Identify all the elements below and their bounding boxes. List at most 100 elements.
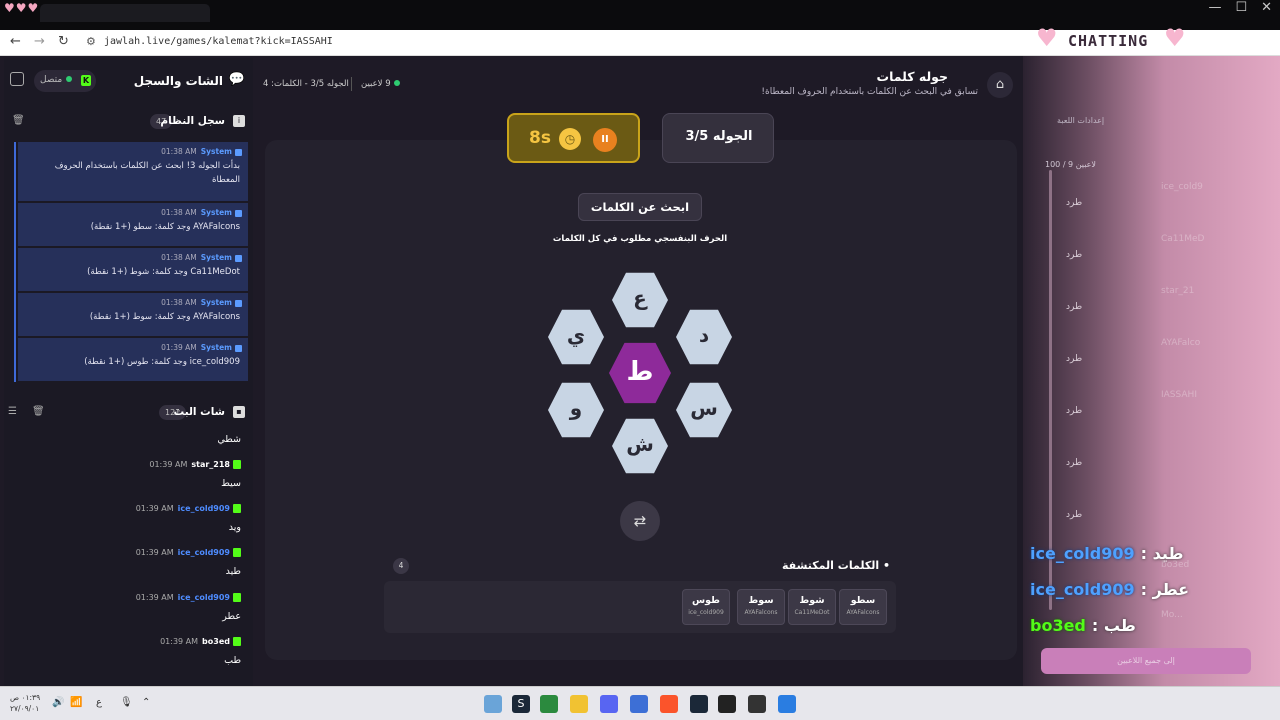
- log-entry: 01:38 AM System Ca11MeDot وجد كلمة: شوط (…: [18, 248, 248, 292]
- chat-panel-header: متصل K الشات والسجل 💬: [4, 58, 253, 104]
- chevron-up-icon[interactable]: ⌃: [142, 697, 150, 708]
- minimize-icon[interactable]: —: [1208, 0, 1221, 15]
- chat-username[interactable]: star_218: [191, 460, 230, 469]
- kick-button[interactable]: طرد: [1066, 354, 1082, 364]
- stream-chat-list[interactable]: شطي 01:39 AM star_218 سيط 01:39 AM ice_col…: [8, 432, 253, 684]
- forward-icon[interactable]: →: [34, 34, 45, 49]
- clock-time: ٠١:٣٩ ص: [10, 693, 41, 702]
- shuffle-button[interactable]: ⇄: [620, 501, 660, 541]
- language-icon[interactable]: ع: [96, 697, 102, 708]
- volume-icon[interactable]: 🔊: [52, 697, 64, 708]
- heart-decoration-icon: ♥♥♥: [4, 1, 40, 15]
- windows-start-icon[interactable]: [778, 695, 796, 713]
- taskbar-clock[interactable]: ٠١:٣٩ ص ٢٧/٠٩/٠١: [10, 692, 40, 714]
- kick-button[interactable]: طرد: [1066, 406, 1082, 416]
- clear-chat-trash-icon[interactable]: 🗑: [32, 406, 45, 417]
- clear-log-trash-icon[interactable]: 🗑: [12, 115, 25, 126]
- chat-username[interactable]: ice_cold909: [178, 593, 230, 602]
- page-subtitle: تسابق في البحث عن الكلمات باستخدام الحرو…: [761, 87, 978, 97]
- wifi-icon[interactable]: 📶: [70, 697, 82, 708]
- collapse-panel-icon[interactable]: [10, 72, 24, 86]
- find-words-label: ابحث عن الكلمات: [578, 193, 702, 221]
- obs-icon[interactable]: [718, 695, 736, 713]
- chat-log-panel: متصل K الشات والسجل 💬 🗑 47 سجل النظام i …: [4, 58, 253, 686]
- overlay-chat-line: ice_cold909 : عطر: [1030, 580, 1189, 599]
- overlay-message: : طب: [1091, 616, 1136, 635]
- home-icon[interactable]: ⌂: [987, 72, 1013, 98]
- maximize-icon[interactable]: ☐: [1235, 0, 1247, 15]
- kick-button[interactable]: طرد: [1066, 302, 1082, 312]
- app-icon[interactable]: [630, 695, 648, 713]
- online-dot-icon: [66, 76, 73, 82]
- found-word-user: AYAFalcons: [846, 609, 880, 616]
- chat-message-meta: 01:39 AM ice_cold909: [136, 593, 241, 602]
- folder-icon[interactable]: [570, 695, 588, 713]
- chat-username[interactable]: ice_cold909: [178, 548, 230, 557]
- player-name: Ca11MeD: [1161, 234, 1205, 244]
- chat-message-meta: 01:39 AM ice_cold909: [136, 548, 241, 557]
- microphone-icon[interactable]: 🎙: [120, 697, 133, 708]
- chat-username[interactable]: bo3ed: [202, 637, 230, 646]
- log-sender: System: [200, 147, 232, 156]
- log-text: ice_cold909 وجد كلمة: طوس (+1 نقطة): [84, 357, 240, 367]
- taskbar: ٠١:٣٩ ص ٢٧/٠٩/٠١ 🔊 📶 ع 🎙 ⌃ S: [0, 686, 1280, 720]
- chat-message-text: طب: [224, 655, 241, 666]
- chat-message-meta: 01:39 AM ice_cold909: [136, 504, 241, 513]
- chat-message-text: طيد: [225, 566, 241, 577]
- kick-button[interactable]: طرد: [1066, 250, 1082, 260]
- found-word-chip: طوس ice_cold909: [682, 589, 730, 625]
- player-name: star_21: [1161, 286, 1195, 296]
- kick-badge-icon: [233, 637, 241, 646]
- chrome-icon[interactable]: [540, 695, 558, 713]
- overlay-message: : عطر: [1140, 580, 1190, 599]
- kick-button[interactable]: طرد: [1066, 510, 1082, 520]
- stream-chat-header: ☰ 🗑 121 شات البث ▪: [4, 401, 253, 425]
- steam-icon[interactable]: S: [512, 695, 530, 713]
- steam-icon[interactable]: [690, 695, 708, 713]
- all-players-button[interactable]: إلى جميع اللاعبين: [1041, 648, 1251, 674]
- kick-button[interactable]: طرد: [1066, 458, 1082, 468]
- close-icon[interactable]: ✕: [1261, 0, 1272, 15]
- kick-button[interactable]: طرد: [1066, 198, 1082, 208]
- brave-icon[interactable]: [660, 695, 678, 713]
- found-word-chip: سطو AYAFalcons: [839, 589, 887, 625]
- log-entry: 01:38 AM System AYAFalcons وجد كلمة: سطو …: [18, 203, 248, 247]
- log-text: Ca11MeDot وجد كلمة: شوط (+1 نقطة): [87, 267, 240, 277]
- kick-badge-icon: [233, 460, 241, 469]
- app-icon[interactable]: [484, 695, 502, 713]
- info-icon: i: [233, 115, 245, 127]
- heart-icon: ♥: [1164, 24, 1186, 52]
- found-word-user: Ca11MeDot: [794, 609, 830, 616]
- chat-message-text: ويد: [228, 522, 241, 533]
- app-icon[interactable]: [748, 695, 766, 713]
- round-label: الجوله 3/5: [685, 129, 753, 144]
- pause-button[interactable]: II: [593, 128, 617, 152]
- clock-icon: ◷: [559, 128, 581, 150]
- filter-icon[interactable]: ☰: [8, 406, 17, 417]
- found-word: سوط: [748, 595, 774, 606]
- system-log-list[interactable]: 01:38 AM System بدأت الجوله 3! ابحث عن ال…: [14, 142, 248, 382]
- chat-message-meta: 01:39 AM bo3ed: [160, 637, 241, 646]
- timer-panel: 8s ◷ II: [507, 113, 640, 163]
- players-count: 9 لاعبين: [361, 79, 400, 89]
- site-info-icon[interactable]: ⚙: [86, 35, 96, 48]
- overlay-chat-line: ice_cold909: طيد: [1030, 544, 1183, 563]
- chat-time: 01:39 AM: [135, 548, 174, 557]
- chat-username[interactable]: ice_cold909: [178, 504, 230, 513]
- browser-tab[interactable]: [40, 4, 210, 22]
- player-name: Mo...: [1161, 610, 1183, 620]
- log-time: 01:38 AM: [161, 253, 197, 262]
- chat-time: 01:39 AM: [135, 504, 174, 513]
- discord-icon[interactable]: [600, 695, 618, 713]
- clock-date: ٢٧/٠٩/٠١: [10, 704, 40, 713]
- back-icon[interactable]: ←: [10, 34, 21, 49]
- found-word-chip: سوط AYAFalcons: [737, 589, 785, 625]
- heart-icon: ♥: [1036, 24, 1058, 52]
- tab-game-settings[interactable]: إعدادات اللعبة: [1057, 116, 1104, 125]
- url-field[interactable]: jawlah.live/games/kalemat?kick=IASSAHI: [104, 36, 333, 47]
- overlay-username: ice_cold909: [1030, 580, 1135, 599]
- reload-icon[interactable]: ↻: [58, 34, 69, 49]
- kick-logo-icon: K: [81, 75, 91, 86]
- system-icon: [235, 344, 242, 352]
- panel-title: الشات والسجل: [133, 74, 223, 88]
